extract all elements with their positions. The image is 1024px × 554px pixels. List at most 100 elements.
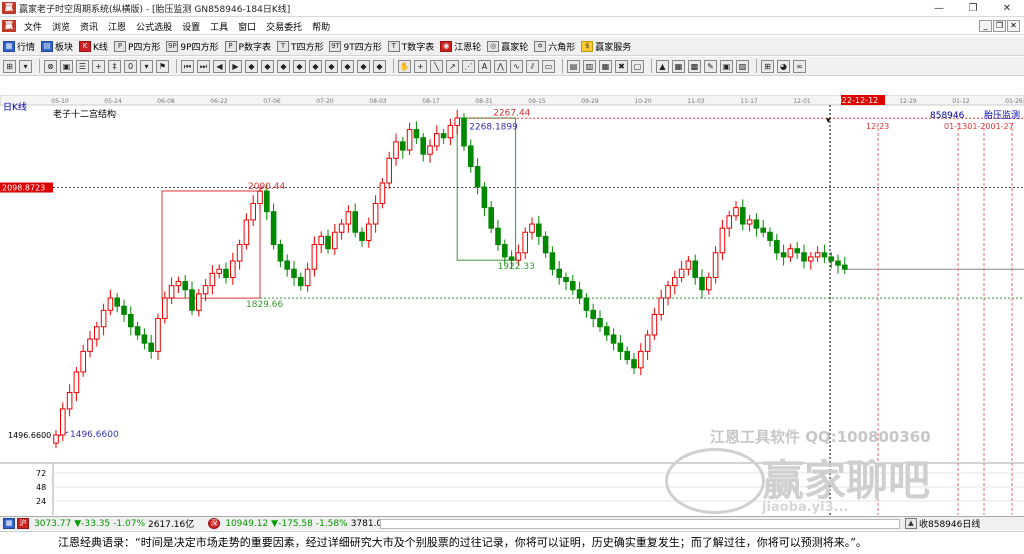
candle — [87, 330, 93, 358]
tb-quotes[interactable]: ▦ 行情 — [3, 40, 35, 53]
sz-index-volume: 3781.0 — [350, 518, 383, 529]
window-icon[interactable]: ▢ — [631, 59, 644, 73]
candle — [712, 246, 719, 284]
kline-type-icon[interactable]: 0 — [124, 59, 137, 73]
tb-hexagon[interactable]: ✡ 六角形 — [534, 40, 575, 53]
menu-browse[interactable]: 浏览 — [47, 20, 75, 33]
diamond-icon[interactable]: ◆ — [341, 59, 354, 73]
candle-body — [787, 248, 794, 258]
last-icon[interactable]: ⏭ — [197, 59, 210, 73]
tb-kline[interactable]: K K线 — [79, 40, 108, 53]
sz-index-value[interactable]: 10949.12 — [225, 519, 268, 529]
tb-9p-square[interactable]: 9P 9P四方形 — [166, 40, 219, 53]
sound-icon[interactable]: ▨ — [736, 59, 749, 73]
lock-icon[interactable]: ▣ — [720, 59, 733, 73]
ray-icon[interactable]: ↗ — [446, 59, 459, 73]
fan-icon[interactable]: ⋰ — [462, 59, 475, 73]
text-icon[interactable]: A — [478, 59, 491, 73]
tb-t-table[interactable]: T T数字表 — [387, 40, 434, 53]
tb-winner-wheel[interactable]: ◎ 赢家轮 — [487, 40, 528, 53]
sh-index-value[interactable]: 3073.77 — [34, 519, 71, 529]
grid-icon[interactable]: ▩ — [688, 59, 701, 73]
box-icon[interactable]: ▭ — [542, 59, 555, 73]
menu-gann[interactable]: 江恩 — [103, 20, 131, 33]
page-icon[interactable]: ▣ — [60, 59, 73, 73]
first-icon[interactable]: ⏮ — [181, 59, 194, 73]
plus-icon[interactable]: + — [414, 59, 427, 73]
minimize-button[interactable]: — — [922, 0, 956, 17]
candle-body — [726, 215, 733, 229]
tb-service[interactable]: $ 赢家服务 — [581, 40, 631, 53]
mdi-restore-button[interactable]: ❐ — [993, 20, 1006, 32]
menu-formula[interactable]: 公式选股 — [131, 20, 177, 33]
delete-icon[interactable]: ✖ — [615, 59, 628, 73]
candle-body — [332, 231, 338, 250]
horizontal-scrollbar[interactable] — [380, 518, 900, 529]
diamond-icon[interactable]: ◆ — [309, 59, 322, 73]
dropdown-icon[interactable]: ▾ — [140, 59, 153, 73]
diamond-icon[interactable]: ◆ — [245, 59, 258, 73]
diamond-icon[interactable]: ◆ — [277, 59, 290, 73]
menu-settings[interactable]: 设置 — [177, 20, 205, 33]
candle-body — [746, 219, 753, 225]
flag-icon[interactable]: ⚑ — [156, 59, 169, 73]
dropdown-icon[interactable]: ▾ — [19, 59, 32, 73]
menu-window[interactable]: 窗口 — [233, 20, 261, 33]
diamond-icon[interactable]: ◆ — [325, 59, 338, 73]
date-tick: 08-31 — [475, 98, 493, 105]
diamond-icon[interactable]: ◆ — [261, 59, 274, 73]
candle — [753, 213, 760, 237]
infinity-icon[interactable]: ∞ — [793, 59, 806, 73]
candle — [168, 277, 175, 305]
list-icon[interactable]: ☰ — [76, 59, 89, 73]
grid-icon[interactable]: ⊞ — [761, 59, 774, 73]
mdi-minimize-button[interactable]: _ — [979, 20, 992, 32]
candle-body — [488, 207, 494, 229]
menu-info[interactable]: 资讯 — [75, 20, 103, 33]
candle-body — [304, 268, 311, 287]
diamond-icon[interactable]: ◆ — [357, 59, 370, 73]
menu-trade[interactable]: 交易委托 — [261, 20, 307, 33]
candle-body — [270, 211, 277, 246]
wave-icon[interactable]: ∿ — [510, 59, 523, 73]
calc-icon[interactable]: ▦ — [599, 59, 612, 73]
hand-icon[interactable]: ✋ — [398, 59, 411, 73]
sz-index-pct: -1.58% — [315, 518, 348, 529]
toolbar-separator — [39, 59, 40, 73]
restore-button[interactable]: ❐ — [956, 0, 990, 17]
candle-body — [842, 264, 848, 270]
tb-p-square[interactable]: P P四方形 — [113, 40, 160, 53]
menu-file[interactable]: 文件 — [19, 20, 47, 33]
menu-tools[interactable]: 工具 — [205, 20, 233, 33]
save-icon[interactable]: ▤ — [567, 59, 580, 73]
cross-icon[interactable]: + — [92, 59, 105, 73]
table-icon[interactable]: ▦ — [672, 59, 685, 73]
zoom-icon[interactable]: ⊗ — [44, 59, 57, 73]
zigzag-icon[interactable]: ⋀ — [494, 59, 507, 73]
tb-gann-wheel[interactable]: ◉ 江恩轮 — [440, 40, 481, 53]
diamond-icon[interactable]: ◆ — [293, 59, 306, 73]
mdi-close-button[interactable]: ✕ — [1007, 20, 1020, 32]
candle-body — [583, 297, 590, 311]
color-icon[interactable]: ◕ — [777, 59, 790, 73]
right-icon[interactable]: ▶ — [229, 59, 242, 73]
menu-help[interactable]: 帮助 — [307, 20, 335, 33]
print-icon[interactable]: ▥ — [583, 59, 596, 73]
left-icon[interactable]: ◀ — [213, 59, 226, 73]
layout-icon[interactable]: ⊞ — [3, 59, 16, 73]
candle-icon[interactable]: ‡ — [108, 59, 121, 73]
chart-icon[interactable]: ▲ — [656, 59, 669, 73]
sz-index-change: ▼-175.58 — [271, 518, 313, 529]
channel-icon[interactable]: ⫽ — [526, 59, 539, 73]
note-icon[interactable]: ✎ — [704, 59, 717, 73]
tb-t-square[interactable]: T T四方形 — [276, 40, 323, 53]
tb-9t-square[interactable]: 9T 9T四方形 — [329, 40, 382, 53]
tb-p-table[interactable]: P P数字表 — [224, 40, 271, 53]
close-button[interactable]: ✕ — [990, 0, 1024, 17]
line-icon[interactable]: ╲ — [430, 59, 443, 73]
toolbar-separator — [393, 59, 394, 73]
candle-body — [386, 157, 392, 184]
diamond-icon[interactable]: ◆ — [373, 59, 386, 73]
tb-sectors[interactable]: ▤ 板块 — [41, 40, 73, 53]
candle-body — [236, 244, 243, 262]
